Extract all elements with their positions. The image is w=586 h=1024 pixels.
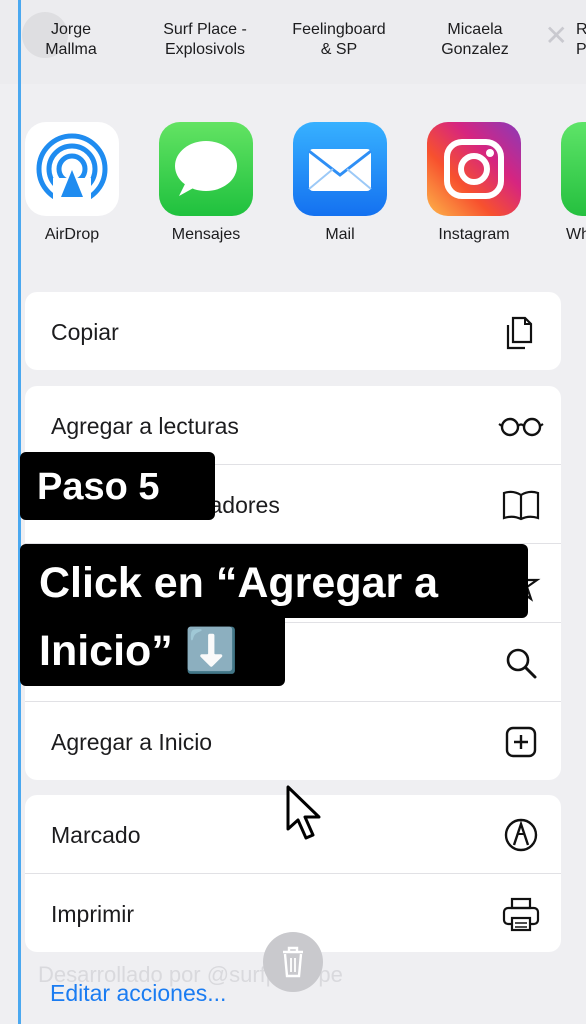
pointer-cursor-icon xyxy=(286,785,321,840)
app-instagram[interactable]: Instagram xyxy=(419,122,529,244)
app-messages[interactable]: Mensajes xyxy=(151,122,261,244)
mail-icon xyxy=(293,122,387,216)
messages-icon xyxy=(159,122,253,216)
instruction-line1-box: Click en “Agregar a xyxy=(20,544,528,618)
app-mail[interactable]: Mail xyxy=(285,122,395,244)
action-label: Marcado xyxy=(51,822,141,848)
action-label: Copiar xyxy=(51,319,119,345)
whatsapp-icon xyxy=(561,122,586,216)
app-label: Mail xyxy=(325,226,355,243)
app-label: Wh xyxy=(566,226,586,243)
step-text: Paso 5 xyxy=(37,466,160,508)
trash-button[interactable] xyxy=(263,932,323,992)
instruction-line2: Inicio” ⬇️ xyxy=(39,627,239,675)
app-label: Instagram xyxy=(438,226,510,243)
airdrop-icon xyxy=(25,122,119,216)
book-icon xyxy=(502,490,540,521)
instruction-line1: Click en “Agregar a xyxy=(39,559,439,607)
app-label: Mensajes xyxy=(171,226,241,243)
contact-jorge[interactable]: Jorge Mallma xyxy=(6,20,136,60)
app-whatsapp[interactable]: Wh xyxy=(553,122,586,244)
printer-icon xyxy=(502,897,540,932)
contact-micaela[interactable]: Micaela Gonzalez xyxy=(410,20,540,60)
step-label: Paso 5 xyxy=(20,452,215,520)
instagram-icon xyxy=(427,122,521,216)
app-label: AirDrop xyxy=(44,226,100,243)
contact-feelingboard[interactable]: Feelingboard & SP xyxy=(274,20,404,60)
contact-surf-place[interactable]: Surf Place - Explosivols xyxy=(140,20,270,60)
contacts-row: Jorge Mallma Surf Place - Explosivols Fe… xyxy=(0,0,586,84)
markup-icon xyxy=(504,818,538,852)
action-label: Agregar a Inicio xyxy=(51,729,213,755)
instruction-line2-box: Inicio” ⬇️ xyxy=(20,616,285,686)
apps-row: AirDrop Mensajes Mail Instagram Wh xyxy=(0,122,586,252)
glasses-icon xyxy=(498,417,544,437)
action-label: Agregar a lecturas xyxy=(51,413,239,439)
action-add-home[interactable]: Agregar a Inicio xyxy=(25,702,561,780)
close-icon[interactable]: ✕ xyxy=(545,22,568,50)
action-copy[interactable]: Copiar xyxy=(25,292,561,370)
action-label: Imprimir xyxy=(51,901,135,927)
app-airdrop[interactable]: AirDrop xyxy=(17,122,127,244)
trash-icon xyxy=(283,946,303,978)
copy-icon xyxy=(506,316,533,350)
edit-actions-link[interactable]: Editar acciones... xyxy=(50,980,226,1007)
copy-card: Copiar xyxy=(25,292,561,370)
search-icon xyxy=(506,648,537,679)
share-sheet: Jorge Mallma Surf Place - Explosivols Fe… xyxy=(0,0,586,1024)
add-square-icon xyxy=(505,726,537,758)
